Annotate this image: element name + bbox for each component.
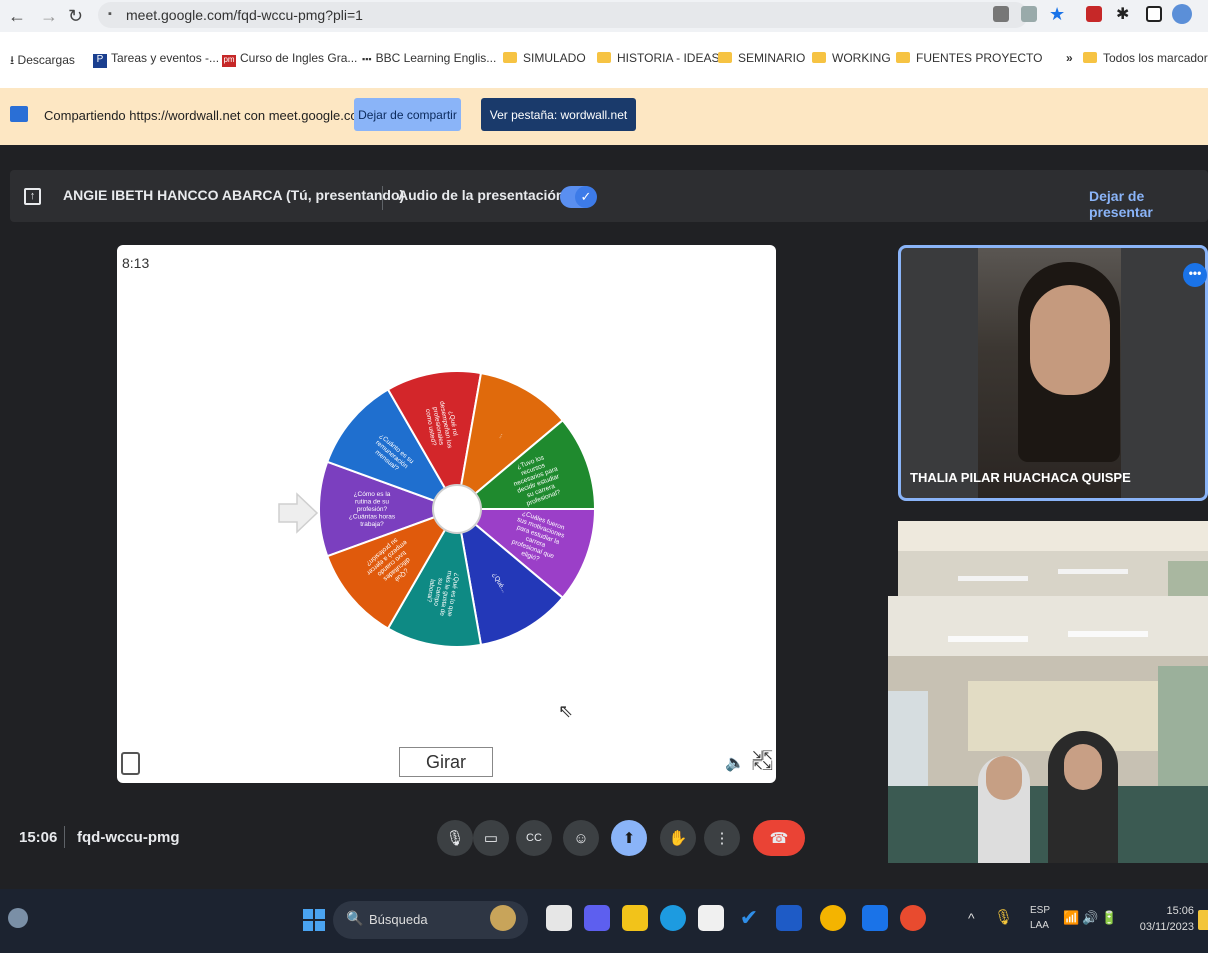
bookmark-tareas[interactable]: P Tareas y eventos -... [93, 51, 219, 68]
folder-icon [896, 52, 910, 63]
stop-presenting-button[interactable]: Dejar de presentar [1089, 188, 1208, 220]
spin-wheel[interactable]: ¿Cómo es la rutina de su profesión? ¿Cuánta… [305, 318, 595, 708]
reading-mode-icon[interactable] [1021, 6, 1037, 22]
tasks-icon: P [93, 54, 107, 68]
presenter-name: ANGIE IBETH HANCCO ABARCA (Tú, presentan… [63, 187, 405, 203]
participant-name: THALIA PILAR HUACHACA QUISPE [910, 470, 1131, 485]
search-icon: 🔍 [346, 910, 364, 926]
site-info-icon[interactable]: ▪ [108, 8, 112, 20]
system-tray-icons[interactable]: 📶🔊🔋 [1063, 910, 1121, 926]
file-explorer-icon[interactable] [622, 905, 648, 931]
emoji-icon: ☺ [573, 829, 589, 847]
pm-icon: pm [222, 55, 236, 67]
present-button[interactable]: ⬆ [611, 820, 647, 856]
meeting-time: 15:06 [19, 829, 58, 846]
mic-icon: 🎙 [445, 830, 465, 847]
todo-check-icon[interactable]: ✔ [736, 905, 762, 931]
view-tab-button[interactable]: Ver pestaña: wordwall.net [481, 98, 636, 131]
folder-icon [597, 52, 611, 63]
extension-icon[interactable] [993, 6, 1009, 22]
store-icon[interactable] [698, 905, 724, 931]
mouse-cursor-icon: ⇖ [558, 701, 574, 721]
raise-hand-button[interactable]: ✋ [660, 820, 696, 856]
reload-icon[interactable]: ↻ [68, 6, 83, 27]
sound-icon[interactable]: 🔈 [725, 753, 745, 773]
bookmark-fuentes[interactable]: FUENTES PROYECTO [896, 51, 1042, 65]
zoom-icon[interactable] [862, 905, 888, 931]
back-icon[interactable]: ← [8, 6, 26, 27]
more-vert-icon: ⋮ [714, 830, 730, 847]
url-text[interactable]: meet.google.com/fqd-wccu-pmg?pli=1 [126, 7, 363, 23]
more-options-button[interactable]: ⋮ [704, 820, 740, 856]
pdf-extension-icon[interactable] [1086, 6, 1102, 22]
wheel-hub [432, 484, 482, 534]
bookmark-bbc[interactable]: ▪▪▪ BBC Learning Englis... [362, 51, 496, 65]
participant-video-classroom[interactable] [888, 596, 1208, 863]
meeting-code: fqd-wccu-pmg [77, 829, 180, 846]
check-icon: ✓ [575, 186, 597, 208]
show-hidden-icons-icon[interactable]: ^ [968, 910, 975, 926]
bookmark-historia[interactable]: HISTORIA - IDEAS [597, 51, 719, 65]
folder-icon [1083, 52, 1097, 63]
emoji-button[interactable]: ☺ [563, 820, 599, 856]
leave-call-button[interactable]: ☎ [753, 820, 805, 856]
search-highlight-icon [490, 905, 516, 931]
more-options-icon[interactable]: ••• [1183, 263, 1207, 287]
camera-button[interactable]: ▭ [473, 820, 509, 856]
mic-button[interactable]: 🎙 [437, 820, 473, 856]
forward-icon[interactable]: → [40, 6, 58, 27]
side-panel-icon[interactable] [1146, 6, 1162, 22]
spin-button[interactable]: Girar [399, 747, 493, 777]
folder-icon [503, 52, 517, 63]
notification-icon[interactable] [1198, 910, 1208, 930]
hand-icon: ✋ [668, 830, 688, 847]
weather-widget-icon[interactable] [8, 908, 28, 928]
bbc-icon: ▪▪▪ [362, 54, 372, 64]
profile-avatar[interactable] [1172, 4, 1192, 24]
sharing-text: Compartiendo https://wordwall.net con me… [44, 108, 369, 123]
present-icon: ⬆ [622, 830, 636, 847]
present-screen-icon: ↑ [24, 188, 41, 205]
bookmark-star-icon[interactable]: ★ [1049, 4, 1065, 25]
teams-icon[interactable] [584, 905, 610, 931]
divider [64, 826, 65, 848]
presentation-audio-label: Audio de la presentación [398, 187, 565, 203]
extensions-puzzle-icon[interactable]: ✱ [1116, 4, 1129, 24]
bookmark-simulado[interactable]: SIMULADO [503, 51, 586, 65]
divider [382, 186, 383, 210]
folder-icon [812, 52, 826, 63]
camera-icon: ▭ [483, 830, 499, 847]
captions-icon: CC [526, 832, 542, 844]
task-view-icon[interactable] [546, 905, 572, 931]
bookmark-curso-ingles[interactable]: pm Curso de Ingles Gra... [222, 51, 357, 67]
taskbar-clock[interactable]: 15:06 03/11/2023 [1138, 903, 1194, 935]
microphone-icon[interactable]: 🎙 [994, 908, 1013, 926]
edge-icon[interactable] [660, 905, 686, 931]
folder-icon [718, 52, 732, 63]
options-menu-icon[interactable] [121, 752, 140, 775]
chrome-icon[interactable] [820, 905, 846, 931]
more-bookmarks-button[interactable]: » [1066, 51, 1073, 65]
phone-hangup-icon: ☎ [769, 830, 789, 847]
all-bookmarks[interactable]: Todos los marcadores [1083, 51, 1208, 65]
download-icon: ⭳ [10, 53, 18, 67]
windows-start-icon[interactable] [303, 909, 325, 931]
stop-sharing-button[interactable]: Dejar de compartir [354, 98, 461, 131]
input-language[interactable]: ESP LAA [1030, 903, 1050, 933]
search-placeholder: Búsqueda [369, 912, 428, 927]
word-icon[interactable] [776, 905, 802, 931]
chrome-icon[interactable] [900, 905, 926, 931]
bookmark-descargas[interactable]: ⭳ Descargas [10, 51, 75, 72]
fullscreen-exit-icon[interactable]: ⇲⇱ ⇱⇲ [752, 749, 773, 772]
share-screen-icon [10, 106, 28, 122]
participant-video-face [1030, 285, 1110, 395]
timer: 8:13 [122, 255, 150, 271]
bookmark-seminario[interactable]: SEMINARIO [718, 51, 805, 65]
bookmark-working[interactable]: WORKING [812, 51, 891, 65]
captions-button[interactable]: CC [516, 820, 552, 856]
